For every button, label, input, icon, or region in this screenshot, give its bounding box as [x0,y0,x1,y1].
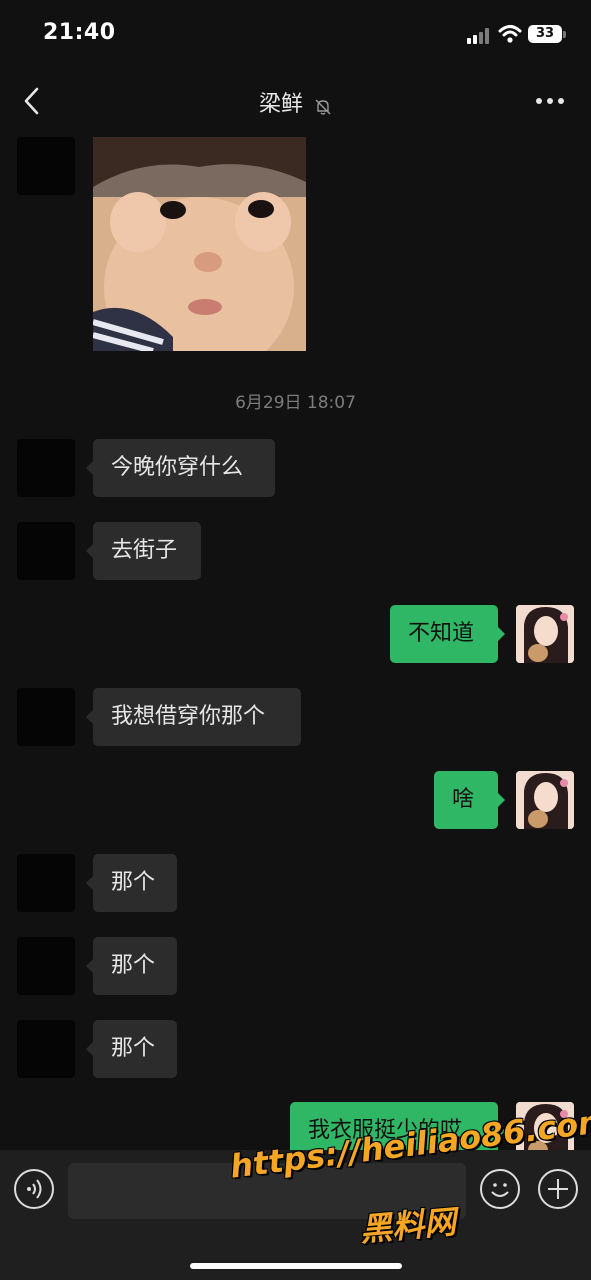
voice-wave-icon [27,1179,42,1199]
contact-avatar[interactable] [17,439,75,497]
home-indicator[interactable] [190,1263,402,1269]
battery-icon: 33 [528,25,562,43]
chat-title: 梁鲜 [258,92,303,117]
smile-face-icon [491,1183,509,1197]
contact-avatar[interactable] [17,1020,75,1078]
outgoing-message-bubble[interactable]: 啥 [434,771,505,829]
my-avatar-image [516,771,574,829]
add-more-icon[interactable] [538,1169,578,1209]
image-message[interactable] [93,137,306,351]
battery-tip [563,31,566,38]
my-avatar[interactable] [516,605,574,663]
chat-timestamp: 6月29日 18:07 [235,393,356,413]
voice-input-icon[interactable] [14,1169,54,1209]
outgoing-message-bubble[interactable]: 不知道 [390,605,505,663]
contact-avatar[interactable] [17,688,75,746]
status-bar: 21:40 33 [0,0,591,70]
incoming-message-bubble[interactable]: 我想借穿你那个 [86,688,301,746]
contact-avatar[interactable] [17,522,75,580]
my-avatar[interactable] [516,771,574,829]
contact-avatar[interactable] [17,854,75,912]
child-photo-image [93,137,306,351]
contact-avatar[interactable] [17,137,75,195]
incoming-message-bubble[interactable]: 今晚你穿什么 [86,439,275,497]
incoming-message-bubble[interactable]: 那个 [86,1020,177,1078]
wifi-icon [498,25,522,43]
status-time: 21:40 [43,20,116,45]
watermark-name: 黑料网 [358,1202,458,1249]
my-avatar-image [516,605,574,663]
cellular-signal-icon [467,28,489,44]
contact-avatar[interactable] [17,937,75,995]
chat-header: 梁鲜 [0,70,591,132]
mute-bell-icon [315,99,331,115]
chat-title-area: 梁鲜 [0,86,591,118]
emoji-icon[interactable] [480,1169,520,1209]
incoming-message-bubble[interactable]: 去街子 [86,522,201,580]
more-options-icon[interactable] [536,98,566,106]
incoming-message-bubble[interactable]: 那个 [86,854,177,912]
incoming-message-bubble[interactable]: 那个 [86,937,177,995]
